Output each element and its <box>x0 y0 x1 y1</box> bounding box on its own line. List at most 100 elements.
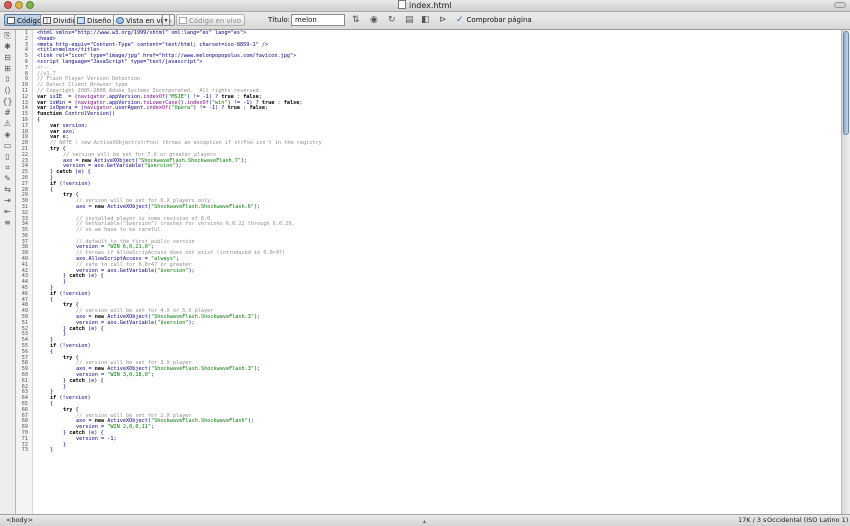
chevron-down-icon: ▾ <box>164 17 168 24</box>
code-token: <script language="JavaScript" type="text… <box>37 58 203 65</box>
check-page-label: Comprobar página <box>466 16 532 24</box>
show-code-navigator-icon[interactable]: ✱ <box>0 41 15 52</box>
code-token: (e) { <box>84 377 104 384</box>
zoom-window-button[interactable] <box>26 1 34 9</box>
code-token: .userAgent. <box>111 105 147 112</box>
design-view-icon <box>77 17 85 24</box>
code-token: { <box>37 116 41 123</box>
code-token: ActiveXObject( <box>104 203 151 210</box>
page-title-input[interactable] <box>291 14 345 26</box>
keyword-token: true <box>227 105 241 112</box>
balance-braces-icon[interactable]: {} <box>0 96 15 107</box>
scrollbar-thumb[interactable] <box>843 31 849 135</box>
code-token: ControlVersion() <box>62 111 116 118</box>
tag-selector[interactable]: <body> <box>6 515 33 526</box>
code-token: axo = <box>76 203 95 210</box>
code-token: } <box>50 447 54 454</box>
resize-grip-icon[interactable]: ▴ <box>423 516 426 526</box>
syntax-error-alerts-icon[interactable]: ◈ <box>0 129 15 140</box>
keyword-token: try <box>63 354 73 361</box>
code-token: ; <box>265 105 269 112</box>
code-token: <html xmlns="http://www.w3.org/1999/xhtm… <box>37 30 247 36</box>
code-token: (!version) <box>56 290 91 297</box>
collapse-full-tag-icon[interactable]: ⊟ <box>0 52 15 63</box>
line-text: } <box>50 447 54 454</box>
code-token: ) != -1) ? <box>193 105 228 112</box>
string-token: "ShockwaveFlash.ShockwaveFlash.3" <box>150 366 255 373</box>
code-token: ); <box>188 267 195 274</box>
vertical-scrollbar[interactable] <box>841 30 850 514</box>
checkmark-icon: ✓ <box>456 15 464 25</box>
outdent-code-icon[interactable]: ⇤ <box>0 206 15 217</box>
check-page-button[interactable]: ✓ Comprobar página <box>456 15 532 25</box>
code-token: { <box>50 296 54 303</box>
code-token: { <box>50 401 54 407</box>
preview-browser-icon[interactable]: ◉ <box>370 15 378 25</box>
code-token: } <box>63 331 67 338</box>
string-token: "$version" <box>157 319 189 326</box>
format-source-icon[interactable]: ≡ <box>0 217 15 228</box>
split-view-label: Dividir <box>53 17 76 25</box>
keyword-token: try <box>50 145 60 152</box>
code-editor[interactable]: 1 <html xmlns="http://www.w3.org/1999/xht… <box>16 30 841 514</box>
move-css-icon[interactable]: ⇆ <box>0 184 15 195</box>
split-view-icon <box>43 17 51 24</box>
collapse-selection-icon[interactable]: ⊞ <box>0 63 15 74</box>
view-options-icon[interactable]: ▤ <box>405 15 414 25</box>
code-token: ); <box>188 319 195 326</box>
wrap-tag-icon[interactable]: ⌗ <box>0 162 15 173</box>
close-window-button[interactable] <box>4 1 12 9</box>
code-area[interactable]: 1 <html xmlns="http://www.w3.org/1999/xht… <box>16 30 841 454</box>
keyword-token: catch <box>69 273 85 280</box>
design-view-button[interactable]: Diseño <box>74 14 116 26</box>
document-toolbar: Código Dividir Diseño Vista en vivo ▾ Có… <box>0 12 850 30</box>
code-token: ); <box>254 314 261 321</box>
code-token: } <box>63 279 67 286</box>
live-view-dropdown[interactable]: ▾ <box>162 14 170 26</box>
select-parent-tag-icon[interactable]: ⟨⟩ <box>0 85 15 96</box>
function-token: indexOf <box>146 105 169 112</box>
toolbar-toggle-button[interactable] <box>834 2 846 8</box>
keyword-token: false <box>283 99 300 106</box>
line-number: 73 <box>21 447 28 454</box>
globe-icon <box>116 17 124 24</box>
code-token: { <box>50 186 54 193</box>
live-code-button[interactable]: Código en vivo <box>176 14 245 26</box>
live-code-icon <box>179 17 187 24</box>
string-token: "ShockwaveFlash.ShockwaveFlash" <box>150 418 248 425</box>
refresh-icon[interactable]: ↻ <box>388 15 396 25</box>
highlight-invalid-code-icon[interactable]: ⚠ <box>0 118 15 129</box>
string-token: "ShockwaveFlash.ShockwaveFlash.6" <box>150 203 255 210</box>
expand-all-icon[interactable]: ⇳ <box>0 74 15 85</box>
code-view-label: Código <box>17 17 42 25</box>
indent-code-icon[interactable]: ⇥ <box>0 195 15 206</box>
code-token: (!version) <box>56 395 91 402</box>
code-token: } <box>63 383 67 390</box>
apply-comment-icon[interactable]: ▭ <box>0 140 15 151</box>
code-token: ); <box>175 163 182 170</box>
keyword-token: function <box>37 111 62 118</box>
code-token: version = -1; <box>76 435 117 442</box>
code-view-icon <box>7 17 15 24</box>
recent-snippets-icon[interactable]: ✎ <box>0 173 15 184</box>
keyword-token: try <box>63 192 73 199</box>
window-title-text: index.html <box>409 1 452 10</box>
open-documents-icon[interactable]: ⎘ <box>0 30 15 41</box>
keyword-token: try <box>63 302 73 309</box>
line-numbers-icon[interactable]: # <box>0 107 15 118</box>
file-management-icon[interactable]: ⇅ <box>352 15 360 25</box>
visual-aids-icon[interactable]: ◧ <box>421 15 430 25</box>
remove-comment-icon[interactable]: ▯ <box>0 151 15 162</box>
code-line[interactable]: 73} <box>16 447 841 454</box>
code-token: } <box>63 441 67 448</box>
keyword-token: try <box>63 406 73 413</box>
code-token: (!version) <box>56 343 91 350</box>
code-token: ; <box>299 99 303 106</box>
code-token: { <box>50 348 54 355</box>
code-token: : <box>274 99 284 106</box>
string-token: "$version" <box>144 163 176 170</box>
validate-markup-icon[interactable]: ⊳ <box>439 15 447 25</box>
minimize-window-button[interactable] <box>15 1 23 9</box>
keyword-token: catch <box>56 169 72 176</box>
string-token: "WIN 2,0,0,11" <box>107 424 151 431</box>
